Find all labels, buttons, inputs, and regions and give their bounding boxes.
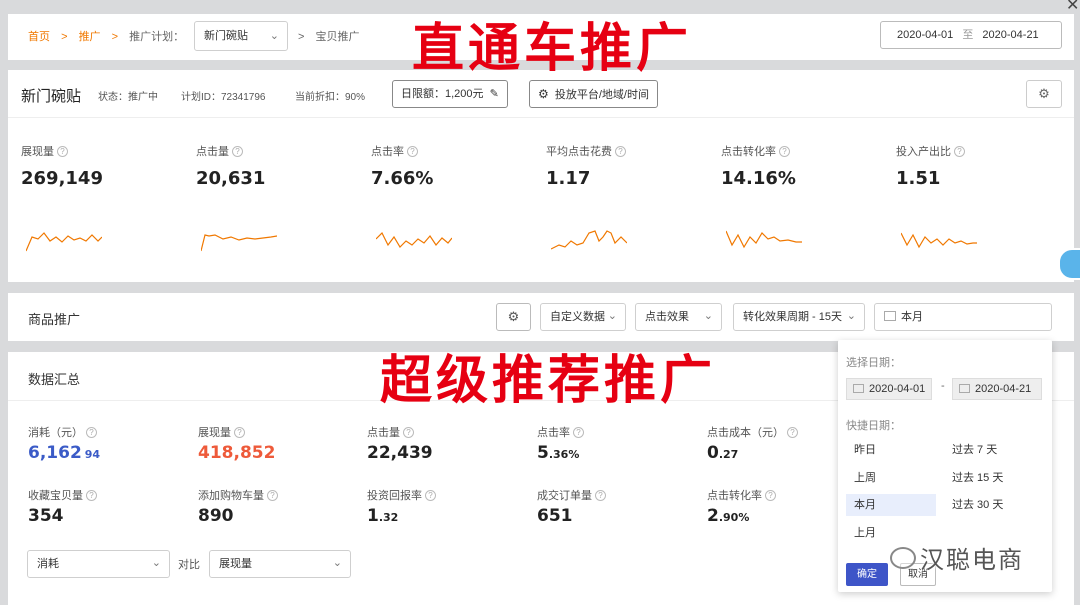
quick-past-7-days[interactable]: 过去 7 天 <box>944 439 1044 461</box>
quick-date-label: 快捷日期： <box>846 420 901 432</box>
metric-value: 14.16% <box>721 168 796 189</box>
metric-label: 平均点击花费 <box>546 146 612 158</box>
help-icon: ? <box>267 490 278 501</box>
plan-card: 新门碗贴 状态：推广中 计划ID：72341796 当前折扣：90% 日限额：1… <box>8 70 1074 282</box>
help-icon: ? <box>765 490 776 501</box>
chevron-down-icon: ⌄ <box>703 310 713 322</box>
help-icon: ? <box>403 427 414 438</box>
quick-yesterday[interactable]: 昨日 <box>846 439 934 461</box>
metric-label: 点击率 <box>371 146 404 158</box>
compare-right-select[interactable]: 展现量 ⌄ <box>209 550 351 578</box>
help-icon: ? <box>57 146 68 157</box>
metric-label: 点击量 <box>196 146 229 158</box>
chevron-down-icon: ⌄ <box>151 557 161 569</box>
daily-budget-button[interactable]: 日限额：1,200元 ✎ <box>392 80 508 108</box>
chevron-down-icon: ⌄ <box>332 557 342 569</box>
help-icon: ? <box>86 427 97 438</box>
divider <box>8 117 1074 118</box>
quick-past-15-days[interactable]: 过去 15 天 <box>944 467 1044 489</box>
gear-icon: ⚙ <box>538 87 549 101</box>
calendar-icon <box>884 311 896 321</box>
sparkline-avg-cpc <box>551 230 627 250</box>
metric-label: 点击转化率 <box>721 146 776 158</box>
gear-icon: ⚙ <box>507 309 520 324</box>
calendar-icon <box>853 384 864 393</box>
metric-value: 7.66% <box>371 168 434 189</box>
plan-status: 状态：推广中 <box>98 92 158 103</box>
help-icon: ? <box>234 427 245 438</box>
confirm-button[interactable]: 确定 <box>846 563 888 586</box>
choose-date-label: 选择日期： <box>846 357 901 369</box>
watermark: 汉聪电商 <box>890 540 1024 575</box>
chevron-down-icon: ⌄ <box>269 30 279 42</box>
custom-data-select[interactable]: 自定义数据 ⌄ <box>540 303 626 331</box>
plan-discount: 当前折扣：90% <box>295 92 366 103</box>
breadcrumb: 首页 > 推广 > 推广计划： <box>28 31 185 43</box>
click-effect-select[interactable]: 点击效果 ⌄ <box>635 303 722 331</box>
conversion-cycle-select[interactable]: 转化效果周期 - 15天 ⌄ <box>733 303 865 331</box>
platform-region-time-button[interactable]: ⚙ 投放平台/地域/时间 <box>529 80 658 108</box>
breadcrumb-plan-label: 推广计划： <box>129 31 185 43</box>
metric-value: 20,631 <box>196 168 266 189</box>
help-icon: ? <box>232 146 243 157</box>
metric-label: 投入产出比 <box>896 146 951 158</box>
breadcrumb-promo[interactable]: 推广 <box>79 31 101 43</box>
breadcrumb-current: > 宝贝推广 <box>298 31 360 43</box>
overlay-title-top: 直通车推广 <box>412 19 693 79</box>
popup-date-to[interactable]: 2020-04-21 <box>952 378 1042 400</box>
gear-icon: ⚙ <box>1038 86 1050 101</box>
sparkline-impressions <box>26 232 102 252</box>
help-icon: ? <box>615 146 626 157</box>
assistant-avatar-icon[interactable] <box>1058 248 1080 280</box>
help-icon: ? <box>954 146 965 157</box>
help-icon: ? <box>595 490 606 501</box>
summary-title: 数据汇总 <box>28 372 81 387</box>
chevron-down-icon: ⌄ <box>846 310 856 322</box>
close-icon[interactable]: ✕ <box>1066 0 1079 15</box>
plan-id: 计划ID：72341796 <box>181 92 266 103</box>
plan-name: 新门碗贴 <box>21 88 82 105</box>
help-icon: ? <box>779 146 790 157</box>
date-range-picker[interactable]: 2020-04-01 至 2020-04-21 <box>880 21 1062 49</box>
calendar-icon <box>959 384 970 393</box>
help-icon: ? <box>787 427 798 438</box>
quick-this-month[interactable]: 本月 <box>846 494 936 516</box>
metric-value: 1.51 <box>896 168 941 189</box>
metric-value: 269,149 <box>21 168 103 189</box>
chevron-down-icon: ⌄ <box>607 310 617 322</box>
sparkline-roi <box>901 232 977 249</box>
sparkline-ctr <box>376 231 452 248</box>
compare-left-select[interactable]: 消耗 ⌄ <box>27 550 170 578</box>
compare-vs-label: 对比 <box>178 559 200 571</box>
edit-icon: ✎ <box>489 88 499 100</box>
help-icon: ? <box>86 490 97 501</box>
period-picker[interactable]: 本月 <box>874 303 1052 331</box>
quick-past-30-days[interactable]: 过去 30 天 <box>944 494 1044 516</box>
breadcrumb-home[interactable]: 首页 <box>28 31 50 43</box>
filter-settings-button[interactable]: ⚙ <box>496 303 531 331</box>
help-icon: ? <box>573 427 584 438</box>
help-icon: ? <box>407 146 418 157</box>
sparkline-conversion-rate <box>726 230 802 249</box>
sparkline-clicks <box>201 234 277 252</box>
section-title: 商品推广 <box>28 312 81 327</box>
product-promo-bar: 商品推广 ⚙ 自定义数据 ⌄ 点击效果 ⌄ 转化效果周期 - 15天 ⌄ 本月 <box>8 293 1074 341</box>
help-icon: ? <box>425 490 436 501</box>
overlay-title-mid: 超级推荐推广 <box>380 351 717 411</box>
settings-button[interactable]: ⚙ <box>1026 80 1062 108</box>
metric-label: 展现量 <box>21 146 54 158</box>
quick-last-week[interactable]: 上周 <box>846 467 934 489</box>
popup-date-from[interactable]: 2020-04-01 <box>846 378 932 400</box>
plan-select[interactable]: 新门碗贴 ⌄ <box>194 21 288 51</box>
metric-value: 1.17 <box>546 168 591 189</box>
wechat-icon <box>890 546 916 569</box>
